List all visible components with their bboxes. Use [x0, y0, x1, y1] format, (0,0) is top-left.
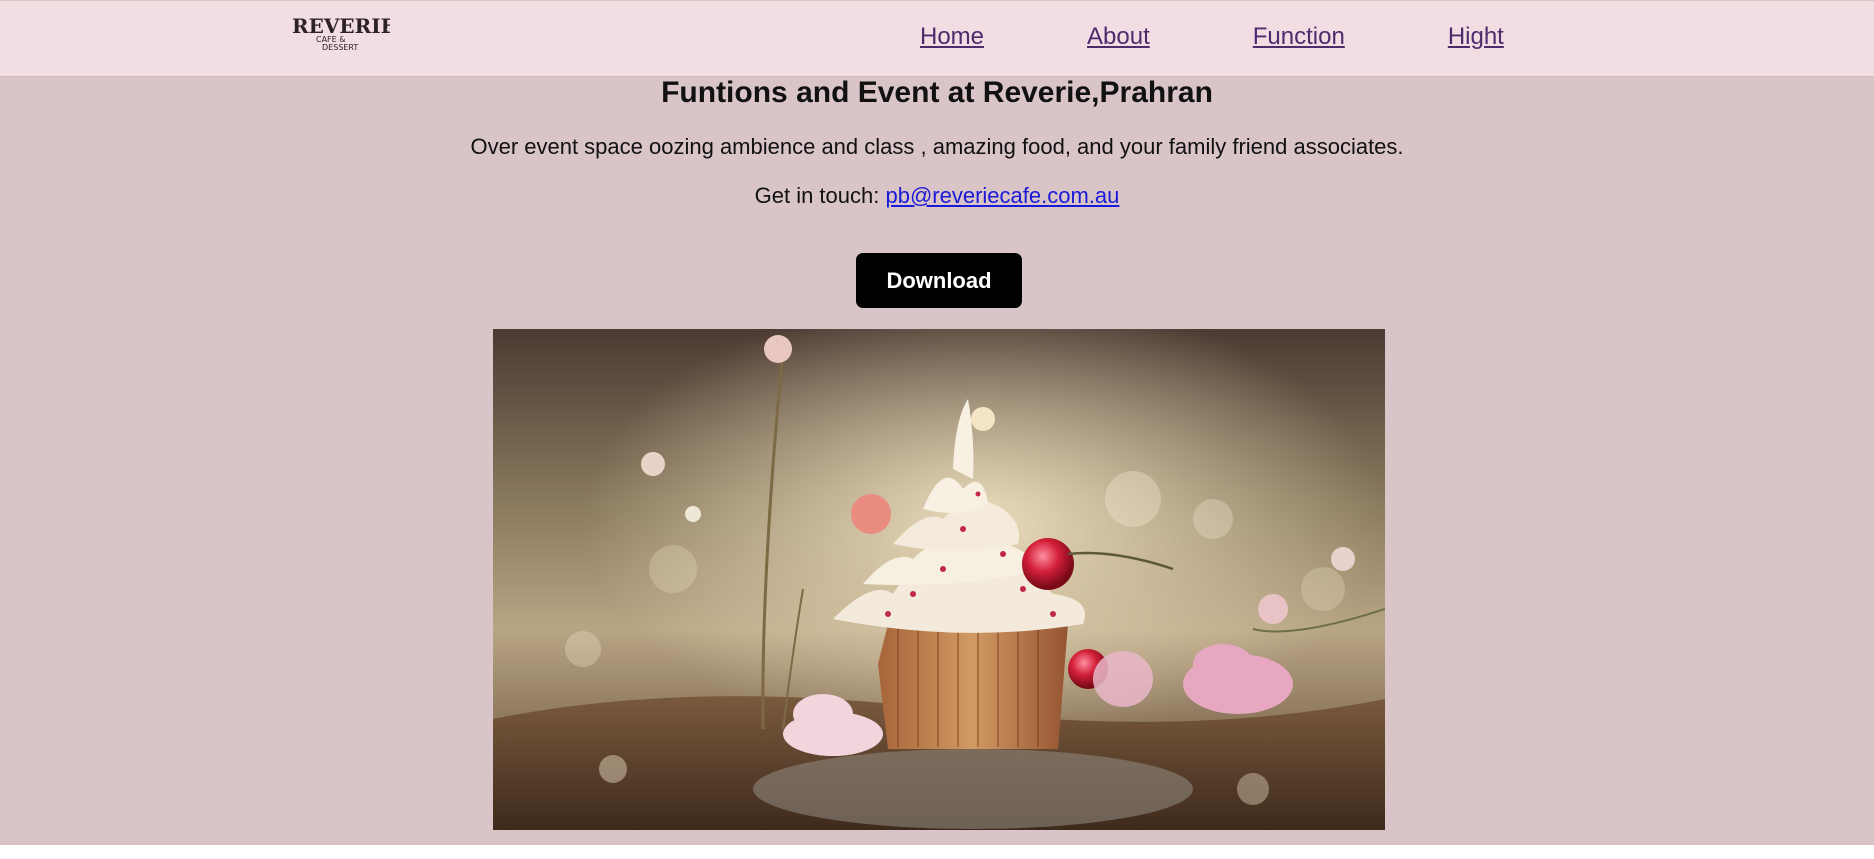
- hero-image: [493, 329, 1385, 830]
- page-title: Funtions and Event at Reverie,Prahran: [661, 76, 1213, 109]
- page: REVERIE CAFE & DESSERT Home About Functi…: [0, 0, 1874, 845]
- nav-link-home[interactable]: Home: [920, 23, 984, 51]
- contact-prefix: Get in touch:: [754, 183, 886, 208]
- logo-text-sub2: DESSERT: [322, 43, 358, 52]
- contact-email-link[interactable]: pb@reveriecafe.com.au: [885, 183, 1119, 208]
- event-description: Over event space oozing ambience and cla…: [470, 134, 1404, 159]
- main-nav: Home About Function Hight: [920, 23, 1504, 51]
- nav-link-about[interactable]: About: [1087, 23, 1150, 51]
- nav-link-function[interactable]: Function: [1253, 23, 1345, 51]
- reverie-logo[interactable]: REVERIE CAFE & DESSERT: [290, 11, 396, 53]
- contact-line: Get in touch: pb@reveriecafe.com.au: [0, 183, 1874, 209]
- download-button[interactable]: Download: [856, 253, 1022, 308]
- navbar: REVERIE CAFE & DESSERT Home About Functi…: [0, 1, 1874, 77]
- nav-link-hight[interactable]: Hight: [1448, 23, 1504, 51]
